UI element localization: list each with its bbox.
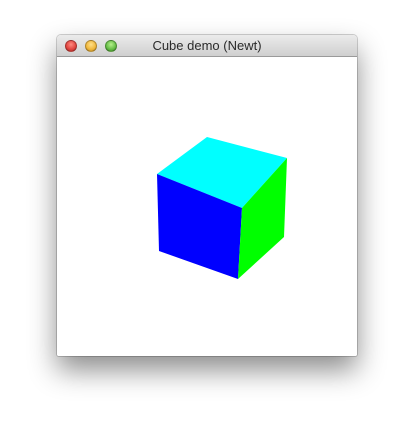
window-title: Cube demo (Newt) <box>152 38 262 53</box>
cube-scene <box>157 137 287 279</box>
app-window: Cube demo (Newt) <box>57 35 357 356</box>
render-canvas[interactable] <box>57 57 357 356</box>
title-bar[interactable]: Cube demo (Newt) <box>57 35 357 57</box>
